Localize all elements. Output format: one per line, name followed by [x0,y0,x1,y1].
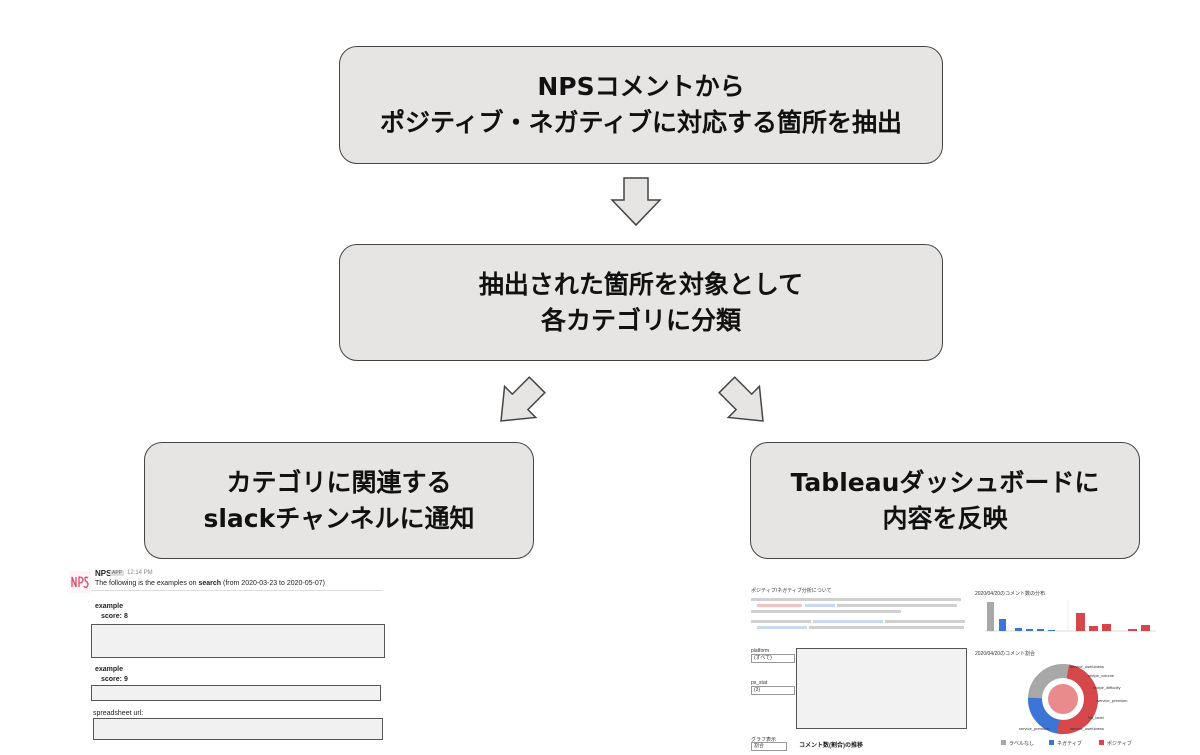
dashboard-heading: ポジティブ/ネガティブ分析について [751,588,832,594]
step-extract-box: NPSコメントから ポジティブ・ネガティブに対応する箇所を抽出 [339,46,943,164]
donut-label: No_label [1088,715,1104,720]
nps-app-logo-icon [69,571,91,593]
bar-chart-title: 2020/04/20のコメント数の分布 [975,591,1046,597]
message-text: The following is the examples on search … [95,580,325,587]
example-text-field [91,685,381,701]
app-badge: APP [110,570,125,576]
donut-chart-title: 2020/04/20のコメント割合 [975,651,1036,657]
step-tableau-line2: 内容を反映 [882,503,1008,533]
message-time: 12:14 PM [127,570,153,576]
example-label: example [95,666,124,673]
comment-distribution-bar-chart [985,600,1156,632]
bar [1076,613,1085,631]
step-classify-box: 抽出された箇所を対象として 各カテゴリに分類 [339,244,943,361]
bar [1141,625,1150,631]
step-tableau-line1: Tableauダッシュボードに [790,467,1100,497]
bar [999,619,1006,631]
legend-label-negative: ネガティブ [1057,741,1082,747]
divider [91,590,383,591]
legend-label-positive: ポジティブ [1107,741,1132,747]
spreadsheet-url-field [93,718,383,740]
bar [1102,624,1111,631]
example-score: score: 9 [101,676,128,683]
bar [1048,630,1055,631]
bar [1128,629,1137,631]
filter-graph-select[interactable]: 割合 [751,742,787,751]
legend-swatch-negative [1049,740,1054,745]
filter-ps-stat-select[interactable]: (3) [751,686,795,695]
donut-label: service_usefulness [1070,664,1105,669]
donut-label: service_premium [1019,726,1050,731]
donut-label: recipe_volume [1088,673,1115,678]
step-classify-line1: 抽出された箇所を対象として [478,269,804,299]
step-slack-notify-box: カテゴリに関連する slackチャンネルに通知 [144,442,534,559]
app-name: NPS [95,569,112,578]
step-extract-line2: ポジティブ・ネガティブに対応する箇所を抽出 [379,108,902,137]
step-slack-line2: slackチャンネルに通知 [203,503,475,533]
arrow-down-icon [610,177,662,227]
legend-swatch-none [1001,740,1006,745]
bar [1026,629,1033,631]
donut-label: service_usefulness [1070,726,1105,731]
slack-notification-preview: NPS APP 12:14 PM The following is the ex… [65,566,403,750]
step-tableau-box: Tableauダッシュボードに 内容を反映 [750,442,1140,559]
tableau-dashboard-preview: ポジティブ/ネガティブ分析について platform (すべて) ps_stat… [743,582,1161,752]
step-classify-line2: 各カテゴリに分類 [540,305,741,335]
arrow-down-right-icon [718,376,764,422]
donut-label: service_premium [1097,698,1128,703]
bar [1037,629,1044,631]
bar [1089,626,1098,631]
message-suffix: (from 2020-03-23 to 2020-05-07) [221,580,325,587]
spreadsheet-label: spreadsheet url: [93,710,144,717]
example-text-field [91,624,385,658]
trend-chart-placeholder [796,648,967,729]
donut-label: recipe_difficulty [1093,685,1121,690]
step-extract-line1: NPSコメントから [537,72,745,101]
message-prefix: The following is the examples on [95,580,199,587]
bar [1015,628,1022,631]
message-keyword: search [198,580,222,587]
filter-platform-select[interactable]: (すべて) [751,654,795,663]
step-slack-line1: カテゴリに関連する [226,467,452,497]
legend-swatch-positive [1099,740,1104,745]
bar [987,602,994,631]
arrow-down-left-icon [500,376,546,422]
example-label: example [95,603,124,610]
trend-chart-title: コメント数(割合)の推移 [799,743,863,749]
legend-label-none: ラベルなし [1009,741,1035,747]
example-score: score: 8 [101,613,128,620]
